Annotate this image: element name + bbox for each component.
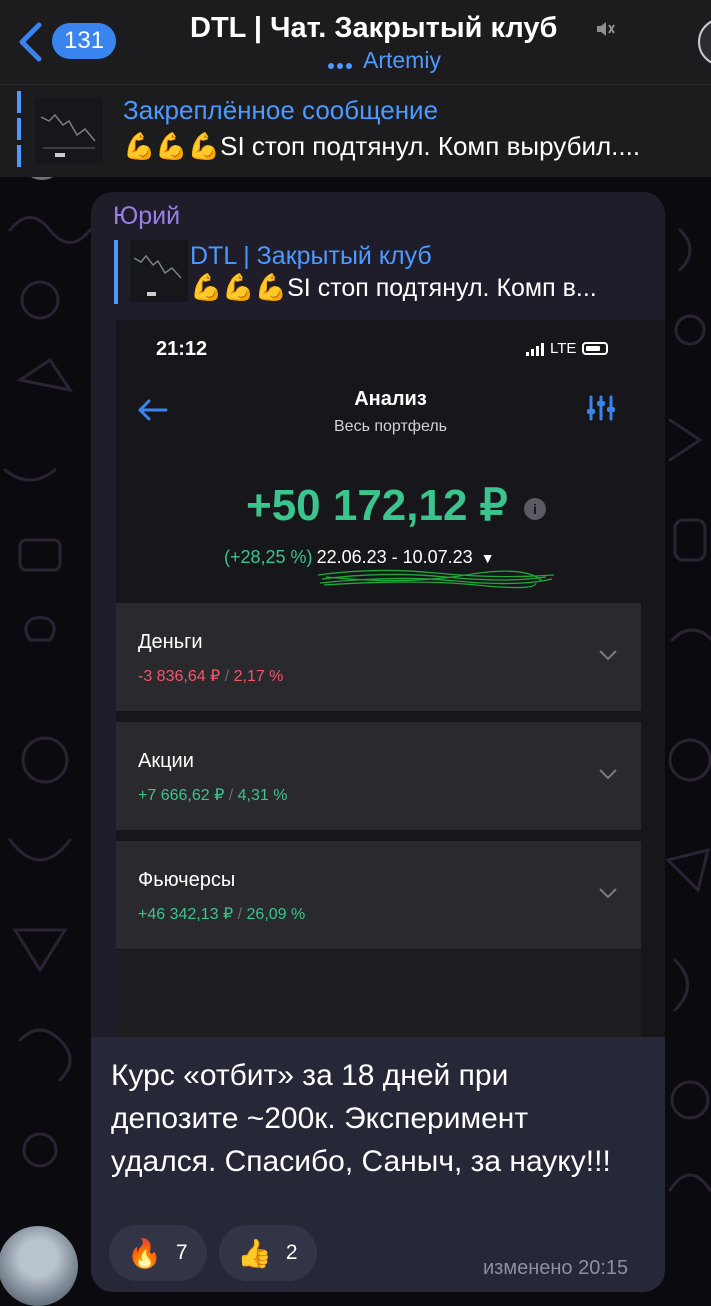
- typing-user: Artemiy: [363, 47, 441, 73]
- status-indicators: LTE: [526, 340, 609, 357]
- battery-icon: [582, 342, 609, 355]
- network-label: LTE: [550, 340, 577, 357]
- value-separator: /: [237, 906, 243, 923]
- pinned-preview: 💪💪💪SI стоп подтянул. Комп вырубил....: [123, 131, 640, 162]
- category-name: Фьючерсы: [138, 869, 236, 891]
- message-text: Курс «отбит» за 18 дней при депозите ~20…: [111, 1059, 611, 1178]
- reply-thumbnail: [130, 240, 188, 302]
- category-card-stocks[interactable]: Акции +7 666,62 ₽ / 4,31 %: [116, 722, 665, 830]
- chevron-down-icon: [599, 769, 617, 780]
- total-profit: +50 172,12 ₽: [246, 481, 508, 530]
- pinned-text: SI стоп подтянул. Комп вырубил....: [220, 131, 641, 161]
- chevron-down-icon: [599, 650, 617, 661]
- reply-title[interactable]: DTL | Закрытый клуб: [190, 242, 432, 271]
- chat-title[interactable]: DTL | Чат. Закрытый клуб: [190, 12, 557, 45]
- pinned-title: Закреплённое сообщение: [123, 95, 439, 125]
- value-separator: /: [224, 668, 230, 685]
- total-percent: (+28,25 %): [224, 547, 313, 567]
- screenshot-footer: [116, 950, 665, 1037]
- sliders-icon: [587, 395, 615, 421]
- chevron-left-icon: [19, 22, 42, 62]
- sender-avatar[interactable]: [0, 1226, 78, 1306]
- screenshot-edge: [641, 320, 665, 1037]
- status-time: 21:12: [156, 338, 208, 360]
- attached-screenshot[interactable]: 21:12 LTE Анализ Весь портфель +50 172,1…: [116, 320, 665, 1037]
- category-value: +46 342,13 ₽ / 26,09 %: [138, 904, 305, 924]
- category-amount: -3 836,64 ₽: [138, 668, 221, 685]
- pinned-indicator: [17, 91, 21, 167]
- category-percent: 4,31 %: [237, 787, 288, 804]
- signal-icon: [526, 342, 544, 356]
- reaction-fire[interactable]: 🔥 7: [109, 1225, 207, 1281]
- chat-header: 131 DTL | Чат. Закрытый клуб Artemiy: [0, 0, 711, 85]
- message-bubble[interactable]: Юрий DTL | Закрытый клуб 💪💪💪SI стоп подт…: [91, 192, 665, 1292]
- unread-count-badge[interactable]: 131: [52, 23, 117, 59]
- category-amount: +7 666,62 ₽: [138, 787, 225, 804]
- screen-title: Анализ: [354, 388, 427, 410]
- caret-down-icon: ▼: [480, 550, 495, 566]
- category-card-money[interactable]: Деньги -3 836,64 ₽ / 2,17 %: [116, 603, 665, 711]
- sender-name[interactable]: Юрий: [113, 202, 180, 231]
- reply-preview[interactable]: 💪💪💪SI стоп подтянул. Комп в...: [190, 274, 597, 303]
- category-value: +7 666,62 ₽ / 4,31 %: [138, 785, 287, 805]
- value-separator: /: [228, 787, 234, 804]
- reply-indicator: [114, 240, 118, 304]
- reaction-count: 7: [175, 1241, 188, 1264]
- date-range: 22.06.23 - 10.07.23: [316, 547, 473, 567]
- reaction-thumbs-up[interactable]: 👍 2: [219, 1225, 317, 1281]
- pinned-thumbnail: [35, 97, 103, 163]
- flexed-biceps-icon: 💪💪💪: [190, 272, 288, 302]
- thumbs-up-icon: 👍: [237, 1237, 272, 1269]
- category-value: -3 836,64 ₽ / 2,17 %: [138, 666, 283, 686]
- flexed-biceps-icon: 💪💪💪: [123, 131, 221, 161]
- fire-icon: 🔥: [127, 1237, 162, 1269]
- green-scribble: [317, 569, 555, 589]
- reply-text: SI стоп подтянул. Комп в...: [287, 274, 597, 302]
- chevron-down-icon: [599, 888, 617, 899]
- edited-timestamp: изменено 20:15: [483, 1257, 629, 1279]
- typing-dots-icon: [328, 48, 355, 75]
- muted-icon: [597, 22, 615, 36]
- back-button[interactable]: [10, 20, 50, 64]
- category-name: Деньги: [138, 631, 203, 653]
- chat-avatar[interactable]: [698, 18, 711, 66]
- category-name: Акции: [138, 750, 194, 772]
- screen-subtitle: Весь портфель: [334, 418, 447, 435]
- category-percent: 2,17 %: [233, 668, 284, 685]
- reaction-count: 2: [285, 1241, 298, 1264]
- pinned-message-bar[interactable]: Закреплённое сообщение 💪💪💪SI стоп подтян…: [0, 85, 711, 177]
- info-icon: i: [524, 498, 546, 520]
- category-amount: +46 342,13 ₽: [138, 906, 234, 923]
- typing-status: Artemiy: [328, 47, 441, 75]
- category-card-futures[interactable]: Фьючерсы +46 342,13 ₽ / 26,09 %: [116, 841, 665, 949]
- category-percent: 26,09 %: [246, 906, 306, 923]
